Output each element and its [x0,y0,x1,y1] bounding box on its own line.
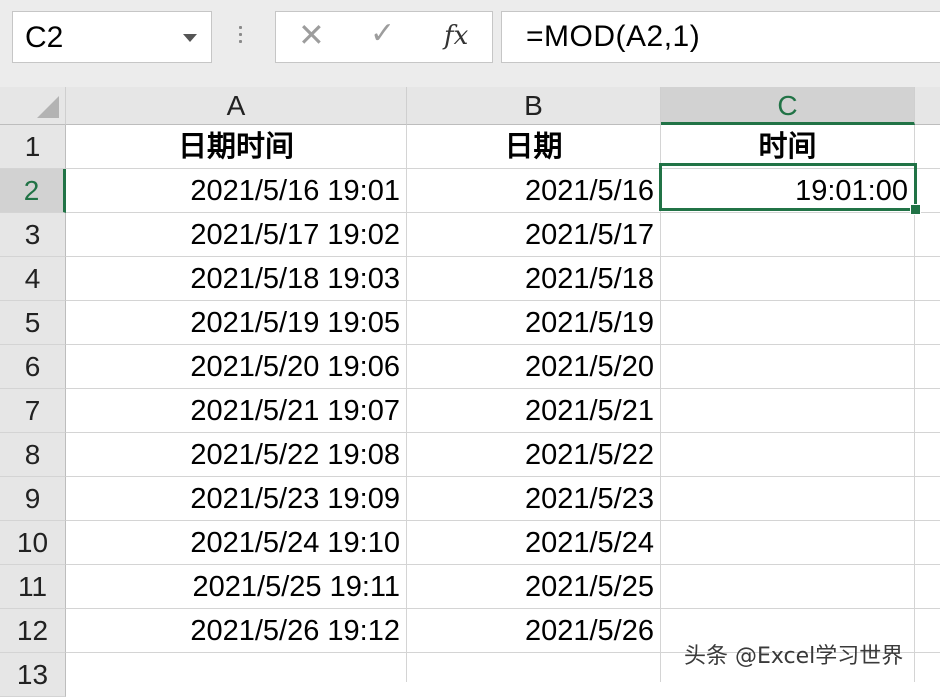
cell-a11[interactable]: 2021/5/25 19:11 [66,565,407,609]
formula-input[interactable]: =MOD(A2,1) [501,11,940,63]
cell-d12[interactable] [915,609,940,653]
cell-c4[interactable] [661,257,915,301]
cell-b5[interactable]: 2021/5/19 [407,301,661,345]
name-box[interactable]: C2 [12,11,212,63]
column-header-d[interactable] [915,87,940,125]
cell-c7[interactable] [661,389,915,433]
cell-d11[interactable] [915,565,940,609]
cell-a12[interactable]: 2021/5/26 19:12 [66,609,407,653]
chevron-down-icon[interactable] [183,34,197,42]
row-header-1[interactable]: 1 [0,125,66,169]
cell-d4[interactable] [915,257,940,301]
cell-a13[interactable] [66,653,407,682]
row-header-10[interactable]: 10 [0,521,66,565]
cell-c2[interactable]: 19:01:00 [661,169,915,213]
row-header-5[interactable]: 5 [0,301,66,345]
formula-buttons: ✕ ✓ fx [275,11,493,63]
cancel-icon[interactable]: ✕ [298,16,325,54]
cell-d1[interactable] [915,125,940,169]
cell-b12[interactable]: 2021/5/26 [407,609,661,653]
cell-d13[interactable] [915,653,940,682]
column-header-c[interactable]: C [661,87,915,125]
cell-b11[interactable]: 2021/5/25 [407,565,661,609]
more-options-icon[interactable] [239,26,243,47]
cell-a6[interactable]: 2021/5/20 19:06 [66,345,407,389]
cell-d10[interactable] [915,521,940,565]
select-all-button[interactable] [0,87,66,125]
cell-b8[interactable]: 2021/5/22 [407,433,661,477]
cell-b4[interactable]: 2021/5/18 [407,257,661,301]
cell-a5[interactable]: 2021/5/19 19:05 [66,301,407,345]
formula-text: =MOD(A2,1) [526,20,701,53]
cell-a1[interactable]: 日期时间 [66,125,407,169]
cell-d9[interactable] [915,477,940,521]
fill-handle[interactable] [910,204,921,215]
cell-c9[interactable] [661,477,915,521]
cell-d6[interactable] [915,345,940,389]
insert-function-icon[interactable]: fx [444,21,468,51]
column-header-b[interactable]: B [407,87,661,125]
cell-a2[interactable]: 2021/5/16 19:01 [66,169,407,213]
cell-b9[interactable]: 2021/5/23 [407,477,661,521]
cell-c1[interactable]: 时间 [661,125,915,169]
cell-b6[interactable]: 2021/5/20 [407,345,661,389]
checkmark-icon[interactable]: ✓ [370,16,395,51]
cell-a9[interactable]: 2021/5/23 19:09 [66,477,407,521]
row-header-7[interactable]: 7 [0,389,66,433]
cell-d5[interactable] [915,301,940,345]
cell-c3[interactable] [661,213,915,257]
row-header-8[interactable]: 8 [0,433,66,477]
cell-a7[interactable]: 2021/5/21 19:07 [66,389,407,433]
cell-a3[interactable]: 2021/5/17 19:02 [66,213,407,257]
cell-d3[interactable] [915,213,940,257]
row-header-6[interactable]: 6 [0,345,66,389]
cell-a10[interactable]: 2021/5/24 19:10 [66,521,407,565]
cell-c8[interactable] [661,433,915,477]
cell-b13[interactable] [407,653,661,682]
cell-c6[interactable] [661,345,915,389]
cell-d7[interactable] [915,389,940,433]
cell-b1[interactable]: 日期 [407,125,661,169]
row-header-13[interactable]: 13 [0,653,66,697]
cell-c11[interactable] [661,565,915,609]
cell-d8[interactable] [915,433,940,477]
formula-bar-area: C2 ✕ ✓ fx =MOD(A2,1) [0,0,940,87]
cell-c5[interactable] [661,301,915,345]
cell-b2[interactable]: 2021/5/16 [407,169,661,213]
cell-a4[interactable]: 2021/5/18 19:03 [66,257,407,301]
watermark-text: 头条 @Excel学习世界 [684,644,904,669]
row-header-3[interactable]: 3 [0,213,66,257]
row-header-12[interactable]: 12 [0,609,66,653]
name-box-value: C2 [25,21,64,54]
row-header-9[interactable]: 9 [0,477,66,521]
row-header-11[interactable]: 11 [0,565,66,609]
column-header-a[interactable]: A [66,87,407,125]
cell-b7[interactable]: 2021/5/21 [407,389,661,433]
row-header-2[interactable]: 2 [0,169,66,213]
row-header-4[interactable]: 4 [0,257,66,301]
cell-b3[interactable]: 2021/5/17 [407,213,661,257]
cell-b10[interactable]: 2021/5/24 [407,521,661,565]
cell-c10[interactable] [661,521,915,565]
select-all-icon [37,96,59,118]
cell-a8[interactable]: 2021/5/22 19:08 [66,433,407,477]
